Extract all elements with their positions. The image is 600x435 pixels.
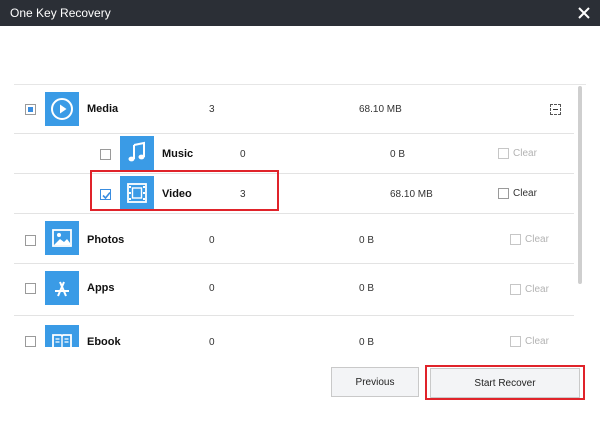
apps-icon-tile [45,271,79,305]
photos-clear-option[interactable]: Clear [510,234,549,245]
video-label: Video [162,188,192,200]
media-icon-tile [45,92,79,126]
close-button[interactable] [574,3,594,23]
photos-label: Photos [87,234,125,246]
media-checkbox[interactable] [25,104,36,115]
app-store-icon [55,281,69,297]
music-clear-label: Clear [513,148,537,159]
music-count: 0 [240,149,246,160]
start-recover-button[interactable]: Start Recover [430,368,580,398]
video-checkbox[interactable] [100,189,111,200]
photos-icon-tile [45,221,79,255]
list-item-video[interactable]: Video 3 68.10 MB Clear [14,173,574,214]
list-item-media[interactable]: Media 3 68.10 MB [14,85,574,134]
list-item-ebook[interactable]: Ebook 0 0 B Clear [14,315,574,347]
photo-icon [52,229,72,247]
video-clear-checkbox[interactable] [498,188,509,199]
ebook-size: 0 B [359,337,375,347]
list-scrollbar[interactable] [578,86,582,284]
apps-clear-option[interactable]: Clear [510,284,549,295]
video-clear-label: Clear [513,188,537,199]
photos-clear-label: Clear [525,234,549,245]
title-bar: One Key Recovery [0,0,600,26]
media-size: 68.10 MB [359,104,402,115]
music-checkbox[interactable] [100,149,111,160]
ebook-label: Ebook [87,336,121,347]
previous-button[interactable]: Previous [331,367,419,397]
close-icon [578,7,590,19]
video-clear-option[interactable]: Clear [498,188,537,199]
apps-clear-label: Clear [525,284,549,295]
music-note-icon [128,141,145,162]
checkmark-icon [102,191,111,200]
music-clear-checkbox[interactable] [498,148,509,159]
photos-checkbox[interactable] [25,235,36,246]
apps-count: 0 [209,283,215,294]
ebook-icon-tile [45,325,79,347]
ebook-clear-label: Clear [525,336,549,347]
media-label: Media [87,103,119,115]
apps-label: Apps [87,282,115,294]
ebook-clear-option[interactable]: Clear [510,336,549,347]
film-icon [127,183,147,203]
category-list: Media 3 68.10 MB Music 0 0 B Clear Video… [14,84,586,347]
music-size: 0 B [390,149,406,160]
ebook-count: 0 [209,337,215,347]
list-item-music[interactable]: Music 0 0 B Clear [14,133,574,174]
play-circle-icon [51,98,73,120]
video-count: 3 [240,189,246,200]
video-icon-tile [120,176,154,210]
photos-clear-checkbox[interactable] [510,234,521,245]
list-item-photos[interactable]: Photos 0 0 B Clear [14,213,574,264]
apps-size: 0 B [359,283,375,294]
video-size: 68.10 MB [390,189,433,200]
music-icon-tile [120,136,154,170]
apps-clear-checkbox[interactable] [510,284,521,295]
photos-count: 0 [209,235,215,246]
window-title: One Key Recovery [10,6,111,20]
ebook-clear-checkbox[interactable] [510,336,521,347]
ebook-checkbox[interactable] [25,336,36,347]
media-count: 3 [209,104,215,115]
book-icon [52,334,72,347]
apps-checkbox[interactable] [25,283,36,294]
list-item-apps[interactable]: Apps 0 0 B Clear [14,263,574,316]
music-clear-option[interactable]: Clear [498,148,537,159]
collapse-toggle-icon[interactable] [550,104,561,115]
music-label: Music [162,148,194,160]
photos-size: 0 B [359,235,375,246]
